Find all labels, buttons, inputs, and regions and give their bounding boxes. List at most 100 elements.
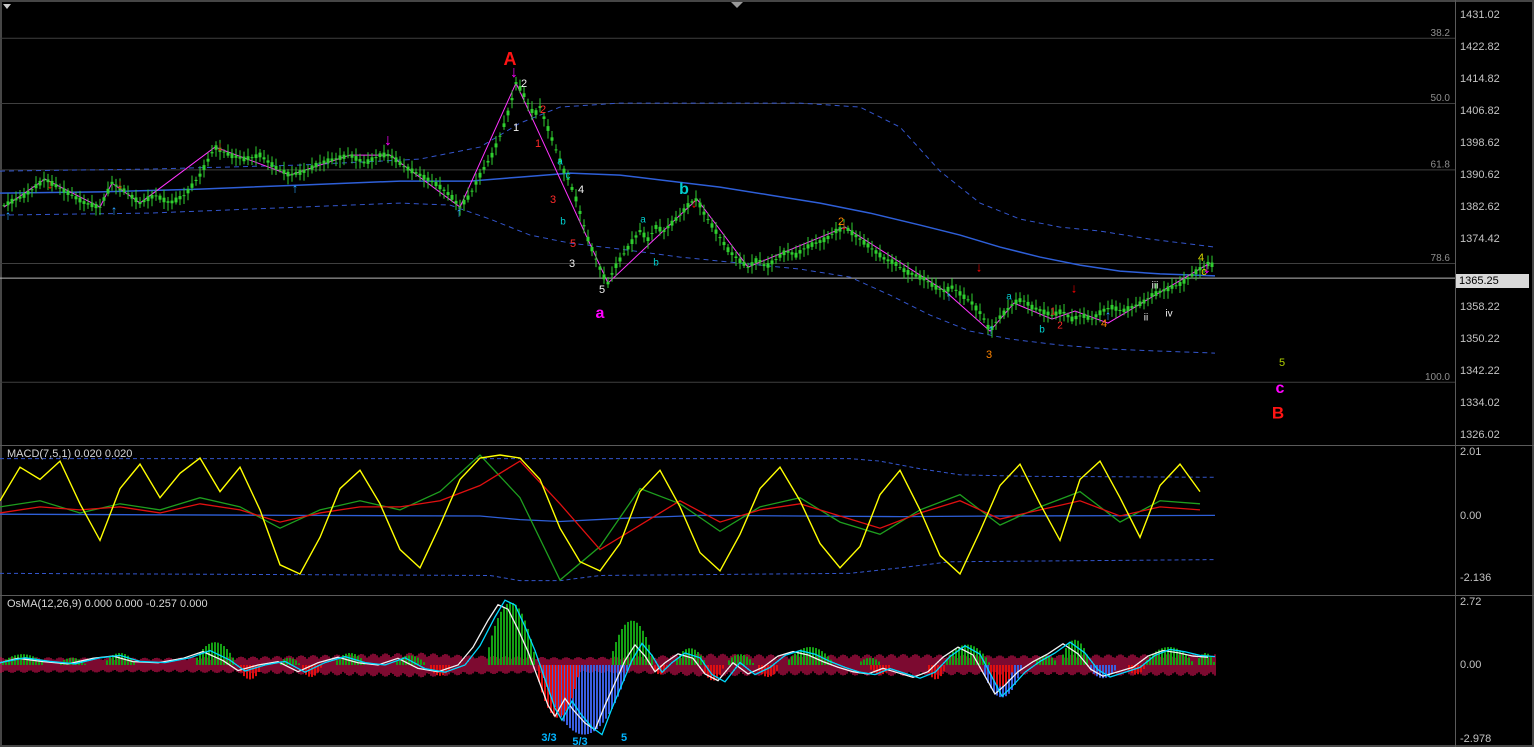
- buy-arrow-icon: ↑: [5, 207, 12, 222]
- candle-body: [302, 169, 306, 173]
- candle-body: [662, 230, 666, 232]
- candle-body: [154, 195, 158, 197]
- candle-body: [614, 263, 618, 268]
- candle-body: [1066, 314, 1070, 318]
- candle-body: [290, 173, 294, 176]
- candle-body: [1030, 304, 1034, 310]
- buy-arrow-icon: ↑: [111, 202, 118, 217]
- wave-label: 2: [1057, 321, 1063, 332]
- candle-body: [498, 135, 502, 137]
- candle-body: [374, 157, 378, 159]
- buy-arrow-icon: ↑: [946, 288, 953, 303]
- axis-tick: 1406.82: [1460, 105, 1500, 117]
- candle-body: [806, 244, 810, 249]
- candle-body: [262, 157, 266, 160]
- candle-body: [790, 252, 794, 255]
- candle-body: [970, 301, 974, 305]
- candle-body: [502, 123, 506, 127]
- panel-resize-handle-icon[interactable]: [731, 2, 743, 8]
- buy-arrow-icon: ↑: [292, 180, 299, 195]
- candle-body: [814, 242, 818, 244]
- candle-body: [258, 152, 262, 158]
- candle-body: [762, 264, 766, 267]
- candle-body: [58, 187, 62, 189]
- candle-body: [658, 226, 662, 232]
- candle-body: [170, 200, 174, 204]
- candle-body: [34, 184, 38, 189]
- wave-label: iii: [1152, 281, 1159, 292]
- candle-body: [574, 196, 578, 202]
- candle-body: [1142, 299, 1146, 304]
- buy-arrow-icon: ↑: [988, 321, 995, 336]
- candle-body: [874, 250, 878, 254]
- wave-label: b: [1039, 325, 1045, 336]
- signal-down-arrow-icon: ↓: [384, 132, 392, 149]
- candle-body: [478, 172, 482, 178]
- current-price-tag: 1365.25: [1456, 274, 1529, 288]
- candle-body: [1186, 277, 1190, 280]
- candle-body: [902, 268, 906, 273]
- candle-body: [298, 170, 302, 175]
- wave-label: B: [1272, 403, 1284, 422]
- candle-body: [978, 311, 982, 315]
- candle-body: [422, 174, 426, 180]
- candle-body: [338, 155, 342, 160]
- chart-menu-icon[interactable]: [3, 4, 11, 9]
- axis-tick: 0.00: [1460, 659, 1482, 671]
- candle-body: [854, 234, 858, 238]
- candle-body: [894, 262, 898, 266]
- wave-count-label: 3/3: [541, 732, 556, 744]
- candle-body: [1018, 298, 1022, 303]
- candle-body: [146, 196, 150, 202]
- candle-body: [638, 230, 642, 233]
- candle-body: [830, 233, 834, 235]
- wave-label: a: [640, 215, 646, 226]
- candle-body: [242, 156, 246, 162]
- candle-body: [342, 154, 346, 159]
- candle-body: [150, 194, 154, 199]
- candle-body: [698, 202, 702, 208]
- candle-body: [862, 240, 866, 245]
- axis-tick: 1326.02: [1460, 429, 1500, 441]
- wave-label: a: [596, 305, 605, 322]
- candle-body: [714, 229, 718, 234]
- candle-body: [54, 184, 58, 188]
- chart-canvas[interactable]: 38.250.061.878.6100.0↓ ↓↓↓↓↓↓↓↓↓↑ ↑↑↑↑↑↑A2…: [0, 0, 1534, 747]
- candle-body: [78, 197, 82, 203]
- current-price-value: 1365.25: [1459, 275, 1499, 287]
- candle-body: [2, 205, 6, 207]
- candle-body: [278, 169, 282, 171]
- candle-body: [274, 165, 278, 170]
- candle-body: [314, 162, 318, 168]
- candle-body: [306, 169, 310, 171]
- candle-body: [1134, 304, 1138, 307]
- candle-body: [786, 250, 790, 253]
- axis-tick: -2.136: [1460, 572, 1492, 584]
- candle-body: [818, 240, 822, 243]
- candle-body: [758, 259, 762, 263]
- candle-body: [1006, 307, 1010, 311]
- candle-body: [350, 154, 354, 158]
- candle-body: [318, 162, 322, 164]
- candle-body: [22, 193, 26, 198]
- candle-body: [1154, 291, 1158, 296]
- candle-body: [414, 172, 418, 174]
- candle-body: [746, 266, 750, 268]
- candle-body: [682, 208, 686, 213]
- candle-body: [870, 248, 874, 250]
- candle-body: [246, 156, 250, 161]
- candle-body: [582, 225, 586, 227]
- axis-tick: 1350.22: [1460, 333, 1500, 345]
- axis-tick: 1358.22: [1460, 301, 1500, 313]
- candle-body: [722, 241, 726, 246]
- price-axis[interactable]: 1431.02 1422.82 1414.82 1406.82 1398.62 1390.…: [1457, 0, 1534, 747]
- candle-body: [1046, 311, 1050, 316]
- candle-body: [1166, 286, 1170, 292]
- candle-body: [402, 166, 406, 168]
- wave-label: a: [557, 157, 563, 168]
- axis-tick: 1334.02: [1460, 397, 1500, 409]
- candle-body: [42, 179, 46, 181]
- candle-body: [86, 203, 90, 205]
- candle-body: [1022, 300, 1026, 302]
- candle-body: [618, 257, 622, 262]
